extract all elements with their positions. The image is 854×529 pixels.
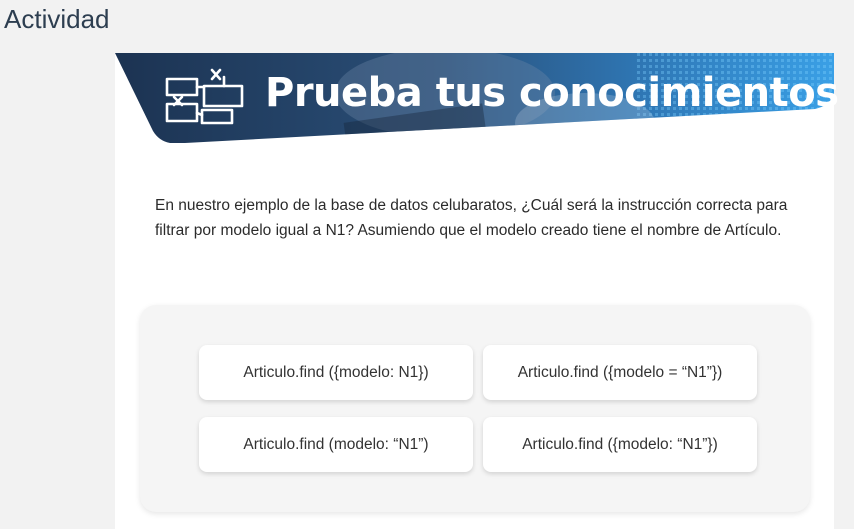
option-button-2[interactable]: Articulo.find ({modelo = “N1”}) [483, 345, 757, 400]
page-title: Actividad [4, 4, 110, 34]
option-button-4[interactable]: Articulo.find ({modelo: “N1”}) [483, 417, 757, 472]
banner: Prueba tus conocimientos [115, 53, 839, 143]
question-text: En nuestro ejemplo de la base de datos c… [155, 197, 788, 239]
option-button-3[interactable]: Articulo.find (modelo: “N1”) [199, 417, 473, 472]
options-panel: Articulo.find ({modelo: N1}) Articulo.fi… [140, 305, 810, 512]
flowchart-icon [165, 68, 244, 125]
option-button-1[interactable]: Articulo.find ({modelo: N1}) [199, 345, 473, 400]
banner-title: Prueba tus conocimientos [265, 70, 839, 116]
activity-card: Prueba tus conocimientos En nuestro ejem… [115, 53, 839, 529]
